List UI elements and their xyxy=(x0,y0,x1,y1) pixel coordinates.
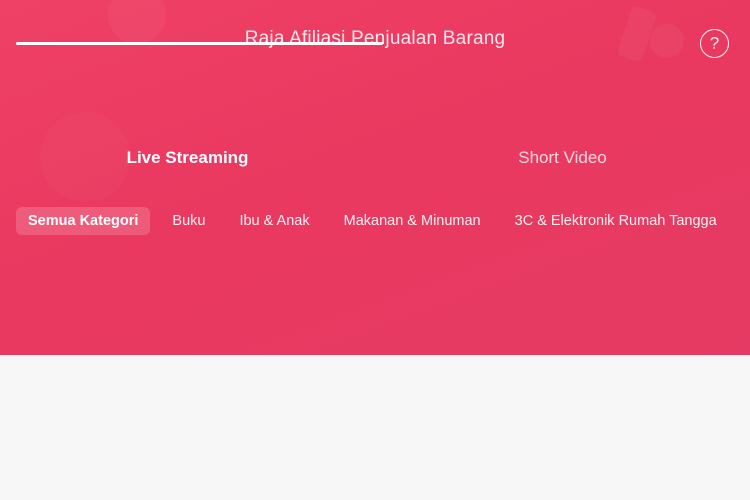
question-mark-icon: ? xyxy=(709,33,720,53)
tab-short-video[interactable]: Short Video xyxy=(375,148,750,193)
tab-live-streaming[interactable]: Live Streaming xyxy=(0,148,375,193)
help-button[interactable]: ? xyxy=(700,29,729,58)
active-tab-indicator xyxy=(16,42,383,45)
category-chip-semua-kategori[interactable]: Semua Kategori xyxy=(16,207,151,235)
category-chip-ibu-anak[interactable]: Ibu & Anak xyxy=(227,207,321,235)
category-chip-3c-elektronik-rumah-tangga[interactable]: 3C & Elektronik Rumah Tangga xyxy=(503,207,729,235)
tab-bar: Live Streaming Short Video xyxy=(0,148,750,193)
leaderboard-podium: 2 3 1 805gadget na xyxy=(0,255,750,500)
affiliate-leaderboard-screen: Raja Afiliasi Penjualan Barang ? Live St… xyxy=(0,0,750,500)
tab-short-video-label: Short Video xyxy=(518,148,607,167)
page-title: Raja Afiliasi Penjualan Barang xyxy=(244,28,506,49)
category-chip-buku[interactable]: Buku xyxy=(160,207,217,235)
tab-live-streaming-label: Live Streaming xyxy=(126,148,249,167)
category-chip-makanan-minuman[interactable]: Makanan & Minuman xyxy=(332,207,493,235)
category-filter-bar: Semua Kategori Buku Ibu & Anak Makanan &… xyxy=(0,205,750,237)
